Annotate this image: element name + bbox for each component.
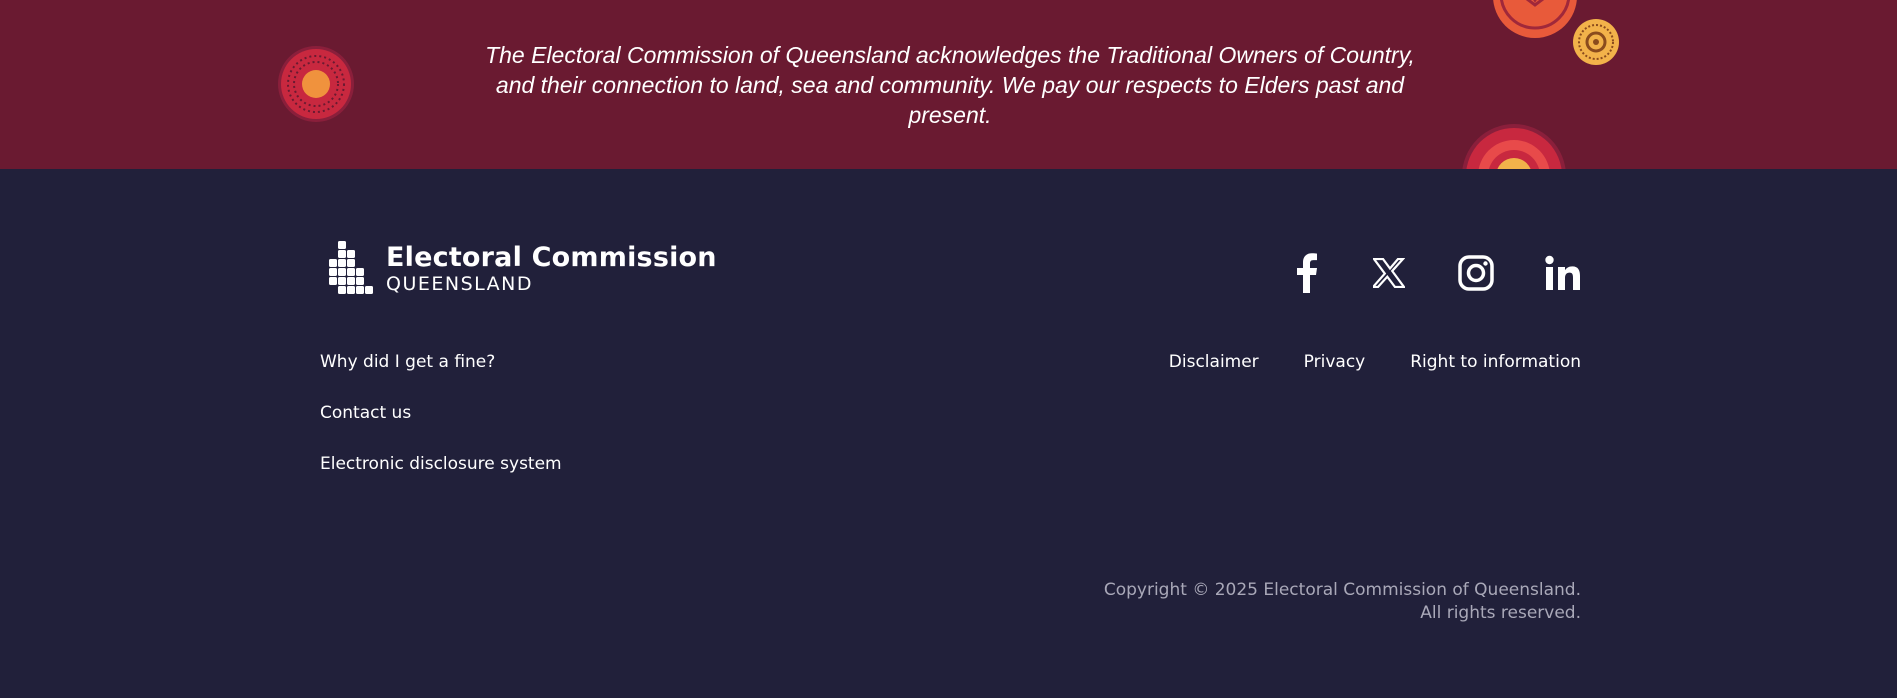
logo-subtitle: QUEENSLAND [386,273,534,295]
copyright: Copyright © 2025 Electoral Commission of… [1104,579,1581,625]
copyright-line-2: All rights reserved. [1420,603,1581,623]
dot-art-yellow-icon [1573,19,1619,65]
x-icon[interactable] [1367,251,1411,295]
link-privacy[interactable]: Privacy [1304,352,1366,372]
linkedin-icon[interactable] [1541,251,1585,295]
dot-art-bottom-right-icon [1462,124,1566,169]
facebook-icon[interactable] [1285,251,1329,295]
dot-art-top-right-icon [1493,0,1577,38]
instagram-icon[interactable] [1454,251,1498,295]
acknowledgement-text: The Electoral Commission of Queensland a… [485,42,1415,128]
footer-primary-links: Why did I get a fine? Contact us Electro… [320,352,562,505]
link-why-fine[interactable]: Why did I get a fine? [320,352,562,403]
ecq-logo-mark-icon [329,241,373,294]
link-contact-us[interactable]: Contact us [320,403,562,454]
copyright-line-1: Copyright © 2025 Electoral Commission of… [1103,580,1581,600]
link-right-to-information[interactable]: Right to information [1410,352,1581,372]
link-electronic-disclosure[interactable]: Electronic disclosure system [320,454,562,505]
acknowledgement-band: The Electoral Commission of Queensland a… [0,0,1897,169]
footer-legal-links: Disclaimer Privacy Right to information [1124,352,1581,372]
site-footer: Electoral Commission QUEENSLAND Why did … [0,169,1897,698]
link-disclaimer[interactable]: Disclaimer [1169,352,1259,372]
logo-title: Electoral Commission [386,242,717,273]
ecq-logo[interactable]: Electoral Commission QUEENSLAND [326,239,717,299]
dot-art-left-icon [278,46,354,122]
logo-wordmark: Electoral Commission QUEENSLAND [386,242,717,296]
